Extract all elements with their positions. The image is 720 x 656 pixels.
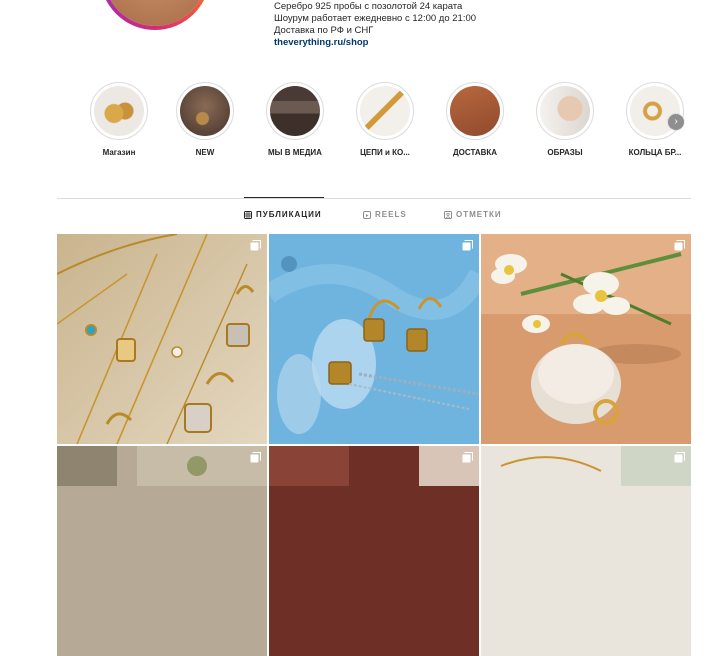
highlight-ring: [356, 82, 414, 140]
highlight-label: МЫ В МЕДИА: [268, 148, 322, 157]
profile-bio: Серебро 925 пробы с позолотой 24 карата …: [274, 0, 574, 49]
story-highlights: Магазин NEW МЫ В МЕДИА ЦЕПИ и КО... ДОСТ…: [84, 82, 694, 162]
post-tile[interactable]: [57, 234, 267, 444]
multiple-photos-icon: [250, 452, 261, 463]
gold-earrings-thumbnail: [94, 86, 144, 136]
tab-label: REELS: [375, 210, 407, 219]
post-tile[interactable]: [481, 234, 691, 444]
tab-tagged[interactable]: ОТМЕТКИ: [444, 210, 502, 219]
highlight-label: Магазин: [102, 148, 136, 157]
multiple-photos-icon: [674, 452, 685, 463]
highlight-ring: [626, 82, 684, 140]
multiple-photos-icon: [674, 240, 685, 251]
jewelry-on-brown-fabric-photo: [269, 446, 479, 656]
highlights-next-button[interactable]: ›: [668, 114, 684, 130]
highlight-ring: [90, 82, 148, 140]
package-box-thumbnail: [450, 86, 500, 136]
highlight-ring: [446, 82, 504, 140]
tab-label: ОТМЕТКИ: [456, 210, 502, 219]
reels-icon: [363, 210, 371, 219]
post-tile[interactable]: [269, 234, 479, 444]
tabs-divider: [57, 198, 691, 199]
highlight-looks[interactable]: ОБРАЗЫ: [530, 82, 600, 157]
highlight-new[interactable]: NEW: [170, 82, 240, 157]
jewelry-on-linen-photo: [57, 446, 267, 656]
media-story-thumbnail: [270, 86, 320, 136]
highlight-ring: [176, 82, 234, 140]
highlight-ring: [536, 82, 594, 140]
bio-line-hours: Шоурум работает ежедневно с 12:00 до 21:…: [274, 13, 477, 24]
tab-posts[interactable]: ПУБЛИКАЦИИ: [244, 210, 322, 219]
highlight-label: ДОСТАВКА: [452, 148, 498, 157]
gold-necklaces-on-sand-photo: [57, 234, 267, 444]
model-look-thumbnail: [540, 86, 590, 136]
bio-line-material: Серебро 925 пробы с позолотой 24 карата: [274, 1, 463, 12]
highlight-label: NEW: [195, 148, 215, 157]
bio-line-delivery: Доставка по РФ и СНГ: [274, 25, 374, 36]
avatar-image: [104, 0, 206, 26]
multiple-photos-icon: [250, 240, 261, 251]
highlight-delivery[interactable]: ДОСТАВКА: [440, 82, 510, 157]
highlight-label: ОБРАЗЫ: [547, 148, 583, 157]
tagged-icon: [444, 210, 452, 219]
grid-icon: [244, 210, 252, 219]
highlight-label: ЦЕПИ и КО...: [360, 148, 410, 157]
profile-avatar[interactable]: [100, 0, 210, 30]
gold-earrings-on-blue-photo: [269, 234, 479, 444]
earrings-portrait-thumbnail: [180, 86, 230, 136]
multiple-photos-icon: [462, 452, 473, 463]
highlight-ring: [266, 82, 324, 140]
flowers-and-gold-rings-photo: [481, 234, 691, 444]
highlight-shop[interactable]: Магазин: [84, 82, 154, 157]
highlight-label: КОЛЬЦА БР...: [628, 148, 682, 157]
post-tile[interactable]: [269, 446, 479, 656]
post-tile[interactable]: [57, 446, 267, 656]
active-tab-indicator: [244, 197, 324, 198]
chevron-right-icon: ›: [674, 116, 678, 127]
highlight-media[interactable]: МЫ В МЕДИА: [260, 82, 330, 157]
bio-website-link[interactable]: theverything.ru/shop: [274, 37, 574, 49]
tab-label: ПУБЛИКАЦИИ: [256, 210, 322, 219]
highlight-chains[interactable]: ЦЕПИ и КО...: [350, 82, 420, 157]
tab-reels[interactable]: REELS: [363, 210, 407, 219]
gold-chain-thumbnail: [360, 86, 410, 136]
gold-chain-on-white-photo: [481, 446, 691, 656]
multiple-photos-icon: [462, 240, 473, 251]
post-tile[interactable]: [481, 446, 691, 656]
